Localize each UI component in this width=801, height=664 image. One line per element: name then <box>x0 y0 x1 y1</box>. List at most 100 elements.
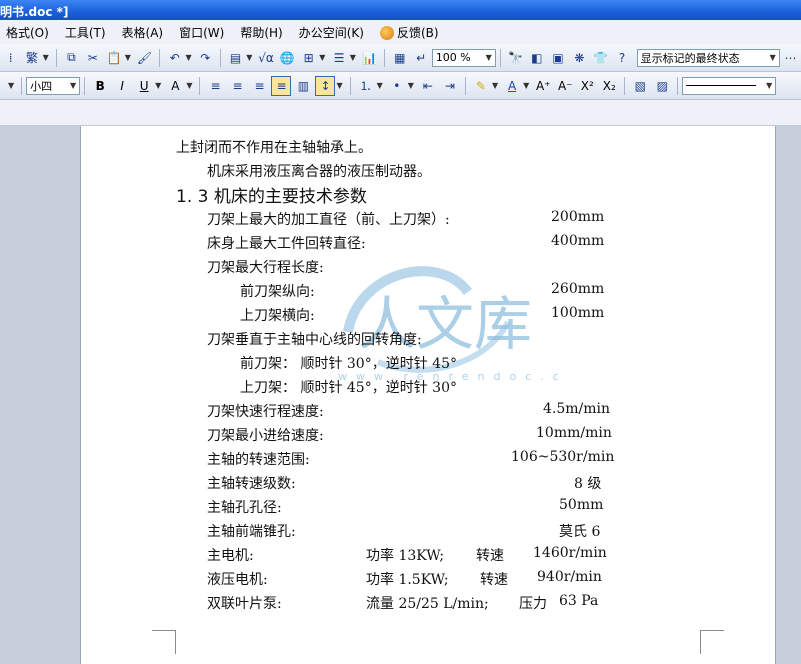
help-icon[interactable]: ? <box>612 48 631 68</box>
chevron-down-icon[interactable]: ▼ <box>125 53 131 62</box>
param-value: 200mm <box>551 209 605 225</box>
border-shading-icon[interactable]: ▨ <box>652 76 672 96</box>
underline-icon[interactable]: U <box>134 76 154 96</box>
line-spacing-icon[interactable]: ↕ <box>315 75 336 96</box>
line-style-preview <box>686 85 757 86</box>
chevron-down-icon[interactable]: ▼ <box>186 81 192 90</box>
menu-tools[interactable]: 工具(T) <box>65 24 106 41</box>
justify-icon[interactable]: ≡ <box>271 75 292 96</box>
bookmark-icon[interactable]: ▣ <box>548 48 567 68</box>
chevron-down-icon[interactable]: ▼ <box>377 81 383 90</box>
param-label: 床身上最大工件回转直径: <box>207 236 366 252</box>
toolbar-separator <box>349 76 351 95</box>
increase-indent-icon[interactable]: ⇥ <box>440 76 460 96</box>
param-label: 主电机: <box>207 548 254 564</box>
menu-help[interactable]: 帮助(H) <box>240 24 282 41</box>
cut-icon[interactable]: ✂ <box>83 48 102 68</box>
param-label: 双联叶片泵: <box>207 596 282 612</box>
ruler[interactable] <box>0 100 801 126</box>
formula-icon[interactable]: √α <box>256 48 275 68</box>
character-scaling-icon[interactable]: A <box>165 76 185 96</box>
chevron-down-icon[interactable]: ▼ <box>185 53 191 62</box>
feedback-icon <box>379 25 394 40</box>
chevron-down-icon[interactable]: ▼ <box>319 53 325 62</box>
formatting-toolbar: ▼ 小四 ▼ B I U ▼ A ▼ ≡ ≡ ≡ ≡ ▥ ↕ ▼ ⒈ ▼ • ▼ ⇤ ⇥ ✎… <box>0 72 801 100</box>
menu-window[interactable]: 窗口(W) <box>179 24 224 41</box>
bullets-icon[interactable]: • <box>387 76 407 96</box>
param-label: 液压电机: <box>207 572 268 588</box>
decrease-indent-icon[interactable]: ⇤ <box>418 76 438 96</box>
italic-icon[interactable]: I <box>112 76 132 96</box>
chevron-down-icon[interactable]: ▼ <box>350 53 356 62</box>
chevron-down-icon[interactable]: ▼ <box>43 53 49 62</box>
chevron-down-icon[interactable]: ▼ <box>155 81 161 90</box>
param-value: 1460r/min <box>533 545 607 561</box>
columns-icon[interactable]: ☰ <box>329 48 348 68</box>
menu-office-space[interactable]: 办公空间(K) <box>299 24 364 41</box>
markup-view-combo[interactable]: 显示标记的最终状态 ▼ <box>636 48 780 67</box>
font-size-combo[interactable]: 小四 ▼ <box>26 76 81 95</box>
distributed-icon[interactable]: ▥ <box>293 76 313 96</box>
param-value: 400mm <box>551 233 605 249</box>
more-options-icon[interactable]: ⋯ <box>781 48 800 68</box>
font-color-icon[interactable]: A <box>502 76 522 96</box>
superscript-icon[interactable]: X² <box>577 76 597 96</box>
shrink-font-icon[interactable]: A⁻ <box>555 76 575 96</box>
chevron-down-icon[interactable]: ▼ <box>408 81 414 90</box>
zoom-combo[interactable]: 100 % ▼ <box>431 48 496 67</box>
chevron-down-icon[interactable]: ▼ <box>336 81 342 90</box>
show-formatting-icon[interactable]: ↵ <box>412 48 431 68</box>
chevron-down-icon: ▼ <box>70 81 77 90</box>
toolbar-separator <box>219 48 221 67</box>
align-left-icon[interactable]: ≡ <box>205 76 225 96</box>
chevron-down-icon[interactable]: ▼ <box>523 81 529 90</box>
grow-font-icon[interactable]: A⁺ <box>533 76 553 96</box>
menu-feedback-item[interactable]: 反馈(B) <box>379 24 439 41</box>
highlight-icon[interactable]: ✎ <box>471 76 491 96</box>
toolbar-separator <box>499 48 501 67</box>
menu-table[interactable]: 表格(A) <box>122 24 164 41</box>
toolbar-separator <box>624 76 626 95</box>
table-icon[interactable]: ⊞ <box>299 48 318 68</box>
copy-icon[interactable]: ⧉ <box>62 48 81 68</box>
doc-line: 上封闭而不作用在主轴轴承上。 <box>176 140 372 156</box>
undo-icon[interactable]: ↶ <box>165 48 184 68</box>
standard-toolbar: ⁞ 繁 ▼ ⧉ ✂ 📋 ▼ 🖌 ↶ ▼ ↷ ▤ ▼ √α 🌐 ⊞ ▼ ☰ ▼ 📊 ▦ ↵ 1… <box>0 44 801 72</box>
param-value: 940r/min <box>537 569 602 585</box>
param-value: 260mm <box>551 281 605 297</box>
document-map-icon[interactable]: ▦ <box>390 48 409 68</box>
align-center-icon[interactable]: ≡ <box>227 76 247 96</box>
menu-format[interactable]: 格式(O) <box>6 24 49 41</box>
subscript-icon[interactable]: X₂ <box>599 76 619 96</box>
chevron-down-icon[interactable]: ▼ <box>492 81 498 90</box>
chart-icon[interactable]: 📊 <box>360 48 379 68</box>
param-label: 前刀架： 顺时针 30°，逆时针 45° <box>240 356 457 372</box>
line-style-combo[interactable]: ▼ <box>682 76 777 95</box>
hyperlink-globe-icon[interactable]: 🌐 <box>278 48 297 68</box>
param-label: 刀架上最大的加工直径（前、上刀架）: <box>207 212 450 228</box>
page-corner-mark <box>152 630 176 654</box>
bold-icon[interactable]: B <box>90 76 110 96</box>
insert-calculator-icon[interactable]: ▤ <box>226 48 245 68</box>
chevron-down-icon[interactable]: ▼ <box>246 53 252 62</box>
param-label: 上刀架： 顺时针 45°，逆时针 30° <box>240 380 457 396</box>
find-icon[interactable]: 🔭 <box>506 48 525 68</box>
param-label: 上刀架横向: <box>240 308 315 324</box>
param-value: 63 Pa <box>559 593 599 609</box>
traditional-chinese-icon[interactable]: 繁 <box>22 48 41 68</box>
param-mid2: 转速 <box>476 548 504 564</box>
chevron-down-icon[interactable]: ▼ <box>8 81 14 90</box>
shirt-icon[interactable]: 👕 <box>591 48 610 68</box>
toolbar-grip-icon[interactable]: ⁞ <box>1 48 20 68</box>
navigate-icon[interactable]: ◧ <box>527 48 546 68</box>
toolbar-separator <box>677 76 679 95</box>
format-painter-icon[interactable]: 🖌 <box>135 48 154 68</box>
insert-picture-icon[interactable]: ▧ <box>630 76 650 96</box>
title-bar: 明书.doc *] <box>0 0 801 20</box>
research-icon[interactable]: ❋ <box>570 48 589 68</box>
numbering-icon[interactable]: ⒈ <box>356 76 376 96</box>
align-right-icon[interactable]: ≡ <box>249 76 269 96</box>
redo-icon[interactable]: ↷ <box>196 48 215 68</box>
font-size-value: 小四 <box>30 79 53 93</box>
paste-icon[interactable]: 📋 <box>104 48 123 68</box>
